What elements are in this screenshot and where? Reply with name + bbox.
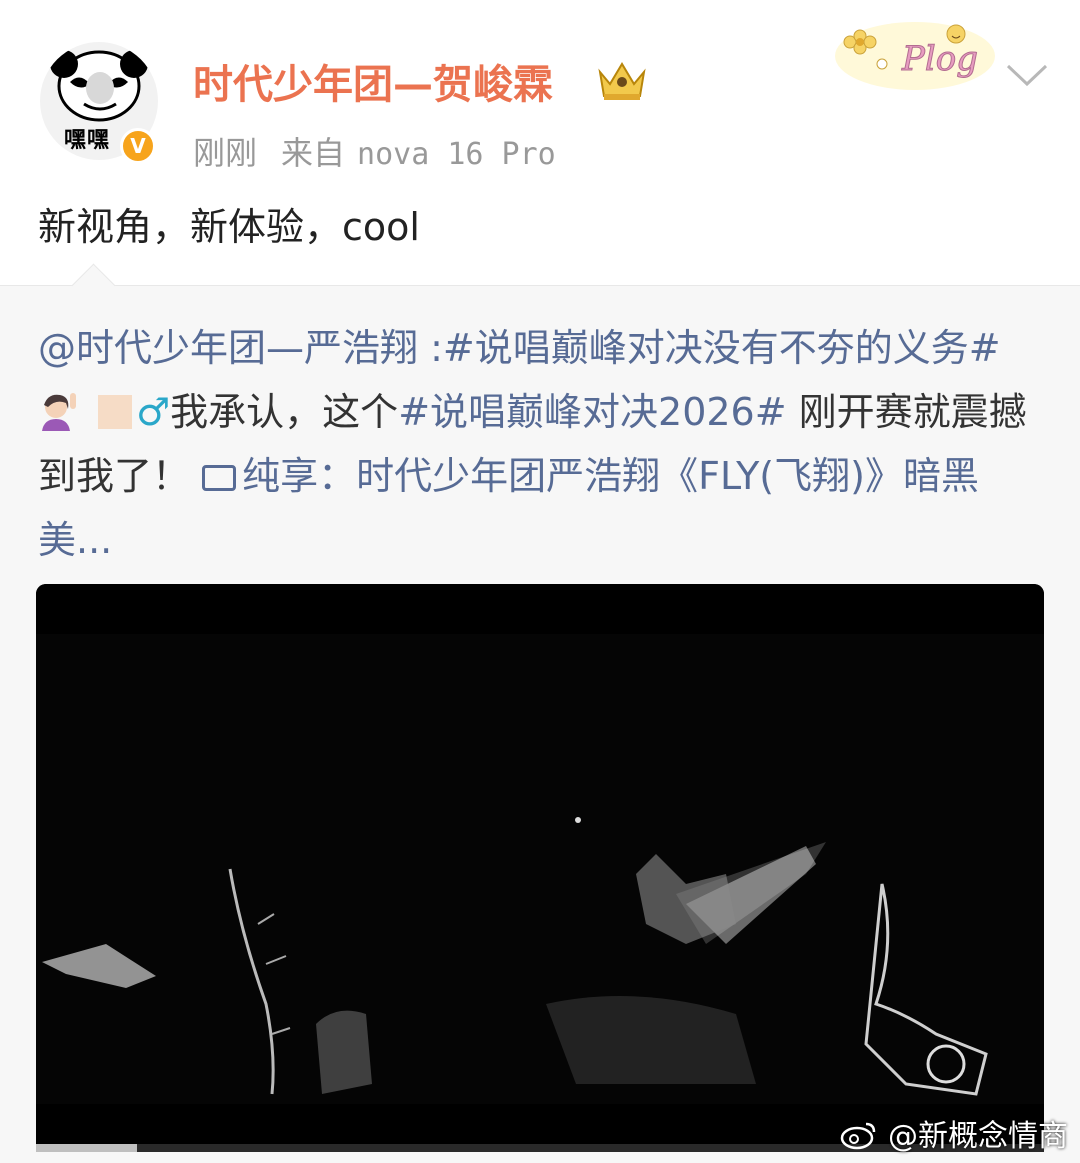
post-time: 刚刚 [193, 134, 258, 172]
hashtag-link[interactable]: #说唱巅峰对决2026# [398, 390, 786, 434]
mention-link[interactable]: @时代少年团—严浩翔 [38, 326, 418, 370]
repost-text-part: 我承认，这个 [170, 390, 399, 434]
post-text: 新视角，新体验，cool [38, 205, 420, 249]
svg-text:Plog: Plog [901, 39, 978, 79]
watermark: @新概念情商 [840, 1111, 1068, 1155]
chevron-down-icon[interactable] [1004, 58, 1050, 90]
repost-card[interactable]: @时代少年团—严浩翔 :#说唱巅峰对决没有不夯的义务# ♂我承认，这个#说唱巅峰… [0, 263, 1080, 1163]
repost-text: @时代少年团—严浩翔 :#说唱巅峰对决没有不夯的义务# ♂我承认，这个#说唱巅峰… [38, 316, 1038, 572]
video-progress-fill [36, 1144, 137, 1152]
verified-badge-icon: V [120, 128, 156, 164]
watermark-text: @新概念情商 [888, 1119, 1068, 1154]
skin-tone-box [98, 395, 133, 429]
male-sign-icon: ♂ [136, 390, 171, 434]
separator: : [418, 326, 443, 370]
device-name[interactable]: nova 16 Pro [357, 137, 556, 172]
person-raising-hand-icon [38, 390, 94, 434]
video-player[interactable] [36, 584, 1044, 1152]
avatar-caption: 嘿嘿 [64, 128, 111, 153]
username[interactable]: 时代少年团—贺峻霖 [193, 52, 553, 110]
video-camera-icon [202, 465, 237, 491]
video-frame [36, 584, 1044, 1152]
hashtag-link[interactable]: #说唱巅峰对决没有不夯的义务# [443, 326, 1001, 370]
source-label: 来自 [281, 134, 346, 172]
plog-sticker: Plog [835, 22, 995, 90]
post-header: 嘿嘿 V 时代少年团—贺峻霖 刚刚 来自 nova 16 Pro Plog 新视角，… [0, 0, 1080, 285]
post-meta: 刚刚 来自 nova 16 Pro [193, 128, 556, 174]
weibo-logo-icon [840, 1119, 888, 1154]
crown-icon [598, 62, 646, 100]
